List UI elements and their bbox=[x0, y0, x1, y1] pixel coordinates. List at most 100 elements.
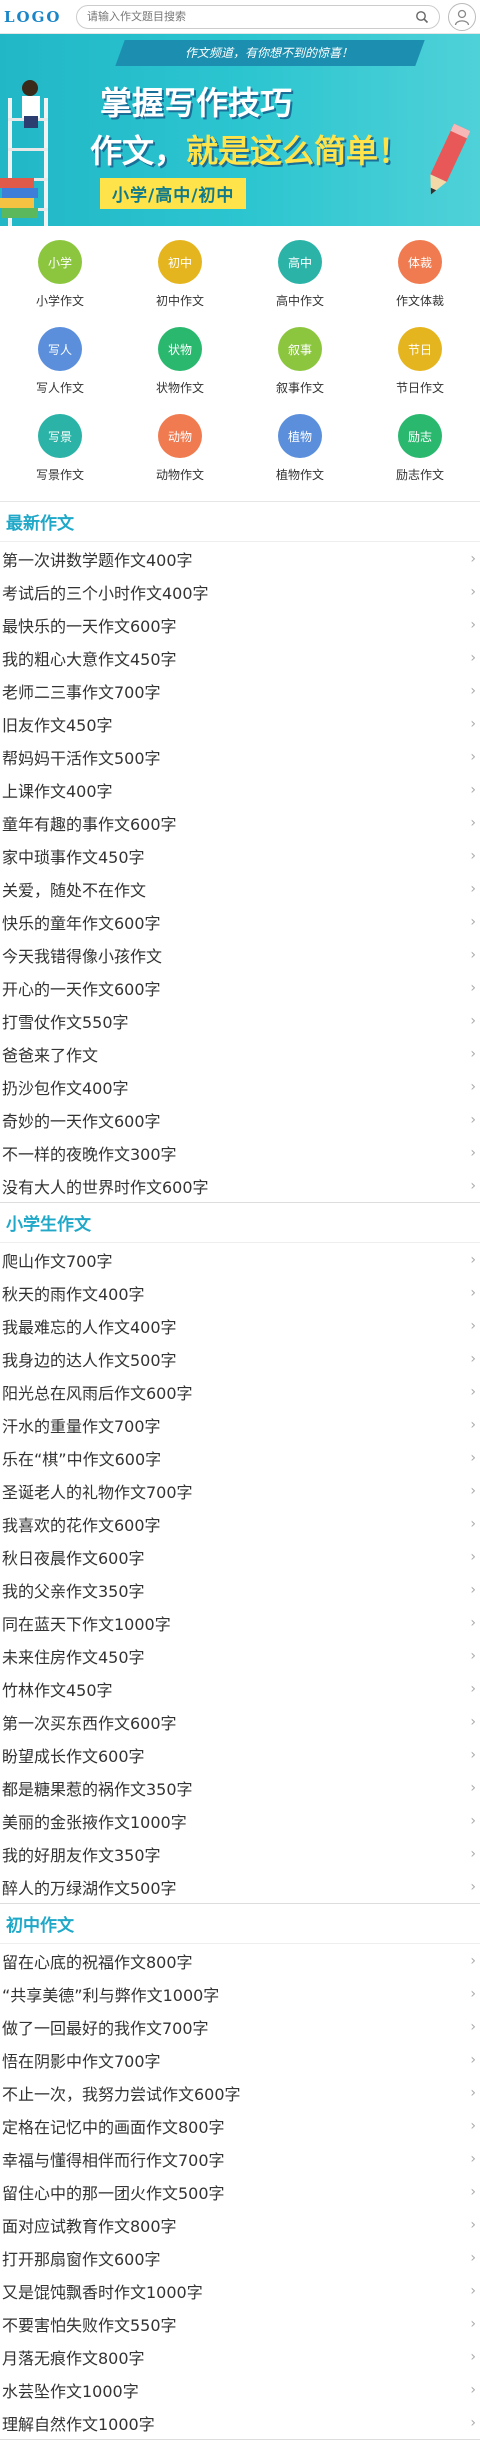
category-circle[interactable]: 初中 bbox=[158, 240, 202, 284]
list-item[interactable]: 我的好朋友作文350字 › bbox=[0, 1837, 480, 1870]
list-item[interactable]: 家中琐事作文450字 › bbox=[0, 839, 480, 872]
article-title[interactable]: 定格在记忆中的画面作文800字 bbox=[2, 2114, 225, 2138]
list-item[interactable]: 汗水的重量作文700字 › bbox=[0, 1408, 480, 1441]
list-item[interactable]: 乐在“棋”中作文600字 › bbox=[0, 1441, 480, 1474]
article-title[interactable]: 爬山作文700字 bbox=[2, 1248, 113, 1272]
article-title[interactable]: 未来住房作文450字 bbox=[2, 1644, 145, 1668]
list-item[interactable]: 幸福与懂得相伴而行作文700字 › bbox=[0, 2142, 480, 2175]
article-title[interactable]: 没有大人的世界时作文600字 bbox=[2, 1174, 209, 1198]
category-circle[interactable]: 励志 bbox=[398, 414, 442, 458]
article-title[interactable]: 美丽的金张掖作文1000字 bbox=[2, 1809, 187, 1833]
article-title[interactable]: 开心的一天作文600字 bbox=[2, 976, 161, 1000]
category-item[interactable]: 体裁 作文体裁 bbox=[360, 234, 480, 321]
list-item[interactable]: 我的父亲作文350字 › bbox=[0, 1573, 480, 1606]
article-title[interactable]: 同在蓝天下作文1000字 bbox=[2, 1611, 171, 1635]
logo[interactable]: LOGO bbox=[4, 8, 70, 26]
category-circle[interactable]: 节日 bbox=[398, 327, 442, 371]
article-title[interactable]: 我的粗心大意作文450字 bbox=[2, 646, 177, 670]
list-item[interactable]: 我最难忘的人作文400字 › bbox=[0, 1309, 480, 1342]
list-item[interactable]: 不一样的夜晚作文300字 › bbox=[0, 1136, 480, 1169]
list-item[interactable]: 都是糖果惹的祸作文350字 › bbox=[0, 1771, 480, 1804]
article-title[interactable]: 我身边的达人作文500字 bbox=[2, 1347, 177, 1371]
category-item[interactable]: 初中 初中作文 bbox=[120, 234, 240, 321]
article-title[interactable]: “共享美德”利与弊作文1000字 bbox=[2, 1982, 219, 2006]
list-item[interactable]: 没有大人的世界时作文600字 › bbox=[0, 1169, 480, 1202]
article-title[interactable]: 扔沙包作文400字 bbox=[2, 1075, 129, 1099]
list-item[interactable]: 童年有趣的事作文600字 › bbox=[0, 806, 480, 839]
category-item[interactable]: 写景 写景作文 bbox=[0, 408, 120, 495]
list-item[interactable]: 面对应试教育作文800字 › bbox=[0, 2208, 480, 2241]
list-item[interactable]: 奇妙的一天作文600字 › bbox=[0, 1103, 480, 1136]
list-item[interactable]: 悟在阴影中作文700字 › bbox=[0, 2043, 480, 2076]
list-item[interactable]: 今天我错得像小孩作文 › bbox=[0, 938, 480, 971]
article-title[interactable]: 悟在阴影中作文700字 bbox=[2, 2048, 161, 2072]
list-item[interactable]: 打开那扇窗作文600字 › bbox=[0, 2241, 480, 2274]
category-circle[interactable]: 动物 bbox=[158, 414, 202, 458]
category-label[interactable]: 节日作文 bbox=[396, 379, 444, 396]
article-title[interactable]: 不止一次，我努力尝试作文600字 bbox=[2, 2081, 241, 2105]
article-title[interactable]: 水芸坠作文1000字 bbox=[2, 2378, 139, 2402]
article-title[interactable]: 做了一回最好的我作文700字 bbox=[2, 2015, 209, 2039]
article-title[interactable]: 盼望成长作文600字 bbox=[2, 1743, 145, 1767]
list-item[interactable]: 醉人的万绿湖作文500字 › bbox=[0, 1870, 480, 1903]
list-item[interactable]: 秋日夜晨作文600字 › bbox=[0, 1540, 480, 1573]
article-title[interactable]: 奇妙的一天作文600字 bbox=[2, 1108, 161, 1132]
article-title[interactable]: 幸福与懂得相伴而行作文700字 bbox=[2, 2147, 225, 2171]
article-title[interactable]: 我的好朋友作文350字 bbox=[2, 1842, 161, 1866]
list-item[interactable]: 快乐的童年作文600字 › bbox=[0, 905, 480, 938]
article-title[interactable]: 我喜欢的花作文600字 bbox=[2, 1512, 161, 1536]
category-item[interactable]: 写人 写人作文 bbox=[0, 321, 120, 408]
category-circle[interactable]: 叙事 bbox=[278, 327, 322, 371]
category-item[interactable]: 状物 状物作文 bbox=[120, 321, 240, 408]
category-label[interactable]: 作文体裁 bbox=[396, 292, 444, 309]
list-item[interactable]: 月落无痕作文800字 › bbox=[0, 2340, 480, 2373]
category-label[interactable]: 小学作文 bbox=[36, 292, 84, 309]
list-item[interactable]: 我喜欢的花作文600字 › bbox=[0, 1507, 480, 1540]
list-item[interactable]: 打雪仗作文550字 › bbox=[0, 1004, 480, 1037]
category-label[interactable]: 写人作文 bbox=[36, 379, 84, 396]
list-item[interactable]: 旧友作文450字 › bbox=[0, 707, 480, 740]
list-item[interactable]: 定格在记忆中的画面作文800字 › bbox=[0, 2109, 480, 2142]
list-item[interactable]: 竹林作文450字 › bbox=[0, 1672, 480, 1705]
list-item[interactable]: 美丽的金张掖作文1000字 › bbox=[0, 1804, 480, 1837]
article-title[interactable]: 打雪仗作文550字 bbox=[2, 1009, 129, 1033]
list-item[interactable]: 老师二三事作文700字 › bbox=[0, 674, 480, 707]
category-label[interactable]: 高中作文 bbox=[276, 292, 324, 309]
category-item[interactable]: 植物 植物作文 bbox=[240, 408, 360, 495]
article-title[interactable]: 秋日夜晨作文600字 bbox=[2, 1545, 145, 1569]
article-title[interactable]: 家中琐事作文450字 bbox=[2, 844, 145, 868]
article-title[interactable]: 汗水的重量作文700字 bbox=[2, 1413, 161, 1437]
list-item[interactable]: “共享美德”利与弊作文1000字 › bbox=[0, 1977, 480, 2010]
category-label[interactable]: 励志作文 bbox=[396, 466, 444, 483]
article-title[interactable]: 留在心底的祝福作文800字 bbox=[2, 1949, 193, 1973]
article-title[interactable]: 理解自然作文1000字 bbox=[2, 2411, 155, 2435]
list-item[interactable]: 阳光总在风雨后作文600字 › bbox=[0, 1375, 480, 1408]
article-title[interactable]: 竹林作文450字 bbox=[2, 1677, 113, 1701]
article-title[interactable]: 快乐的童年作文600字 bbox=[2, 910, 161, 934]
article-title[interactable]: 考试后的三个小时作文400字 bbox=[2, 580, 209, 604]
category-item[interactable]: 小学 小学作文 bbox=[0, 234, 120, 321]
list-item[interactable]: 第一次讲数学题作文400字 › bbox=[0, 542, 480, 575]
list-item[interactable]: 关爱，随处不在作文 › bbox=[0, 872, 480, 905]
article-title[interactable]: 都是糖果惹的祸作文350字 bbox=[2, 1776, 193, 1800]
list-item[interactable]: 水芸坠作文1000字 › bbox=[0, 2373, 480, 2406]
category-label[interactable]: 植物作文 bbox=[276, 466, 324, 483]
promo-banner[interactable]: 作文频道，有你想不到的惊喜！ 掌握写作技巧 作文，就是这么简单！ 小学/高中/初… bbox=[0, 34, 480, 226]
article-title[interactable]: 留住心中的那一团火作文500字 bbox=[2, 2180, 225, 2204]
article-title[interactable]: 老师二三事作文700字 bbox=[2, 679, 161, 703]
article-title[interactable]: 今天我错得像小孩作文 bbox=[2, 943, 162, 967]
list-item[interactable]: 不止一次，我努力尝试作文600字 › bbox=[0, 2076, 480, 2109]
category-item[interactable]: 励志 励志作文 bbox=[360, 408, 480, 495]
article-title[interactable]: 旧友作文450字 bbox=[2, 712, 113, 736]
category-label[interactable]: 写景作文 bbox=[36, 466, 84, 483]
category-item[interactable]: 动物 动物作文 bbox=[120, 408, 240, 495]
category-item[interactable]: 高中 高中作文 bbox=[240, 234, 360, 321]
list-item[interactable]: 上课作文400字 › bbox=[0, 773, 480, 806]
search-box[interactable] bbox=[76, 4, 440, 29]
category-item[interactable]: 叙事 叙事作文 bbox=[240, 321, 360, 408]
category-circle[interactable]: 植物 bbox=[278, 414, 322, 458]
list-item[interactable]: 扔沙包作文400字 › bbox=[0, 1070, 480, 1103]
article-title[interactable]: 圣诞老人的礼物作文700字 bbox=[2, 1479, 193, 1503]
article-title[interactable]: 帮妈妈干活作文500字 bbox=[2, 745, 161, 769]
list-item[interactable]: 做了一回最好的我作文700字 › bbox=[0, 2010, 480, 2043]
